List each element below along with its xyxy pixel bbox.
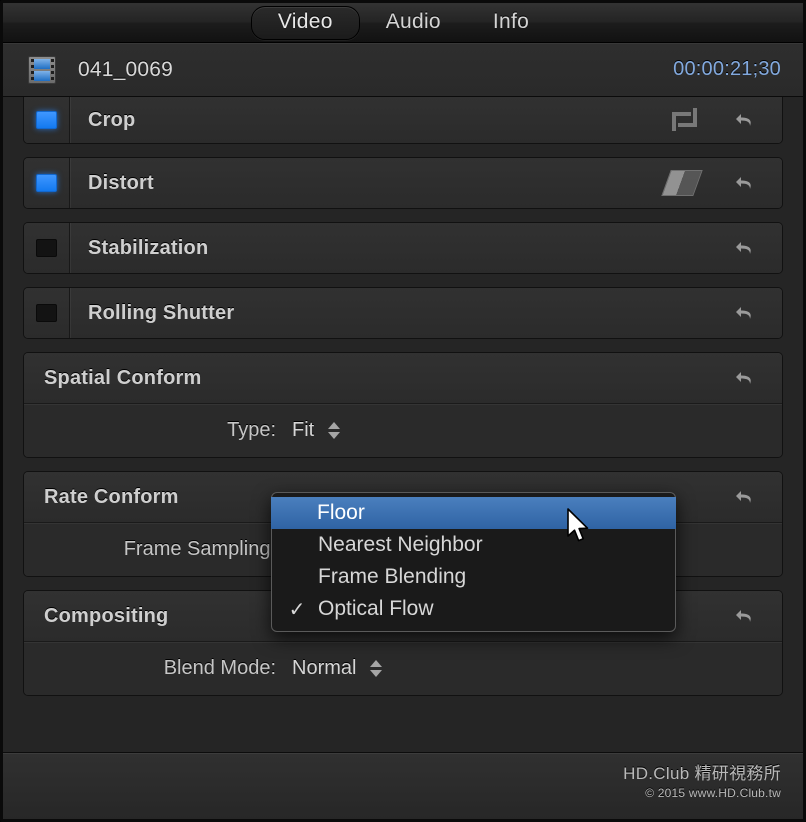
rolling-shutter-checkbox-cell[interactable] [24,288,70,338]
tab-info[interactable]: Info [467,7,555,39]
section-crop-title: Crop [70,109,135,132]
watermark-line-1: HD.Club 精研視務所 [623,759,781,784]
section-stabilization: Stabilization [23,222,783,274]
tab-audio[interactable]: Audio [360,7,467,39]
section-rolling-shutter-icons [732,301,782,325]
inspector-body[interactable]: Crop Distort [3,97,803,752]
section-rolling-shutter: Rolling Shutter [23,287,783,339]
menu-item-label: Optical Flow [318,597,434,621]
section-spatial-conform-header: Spatial Conform [24,353,782,403]
clip-timecode[interactable]: 00:00:21;30 [673,58,781,81]
rate-conform-frame-sampling-label: Frame Sampling: [24,538,276,561]
crop-checkbox[interactable] [36,111,57,129]
stabilization-checkbox-cell[interactable] [24,223,70,273]
section-spatial-conform-icons [732,366,782,390]
section-stabilization-icons [732,236,782,260]
frame-sampling-popup-menu[interactable]: Floor Nearest Neighbor Frame Blending ✓ … [271,492,676,632]
menu-item-label: Floor [317,501,365,525]
compositing-blend-mode-stepper[interactable] [370,657,382,681]
checkmark-icon: ✓ [276,597,318,622]
spatial-conform-type-row: Type: Fit [24,403,782,457]
watermark-line-2: © 2015 www.HD.Club.tw [623,786,781,800]
section-rolling-shutter-title: Rolling Shutter [70,302,234,325]
distort-icon[interactable] [661,170,702,196]
distort-checkbox[interactable] [36,174,57,192]
section-distort-icons [666,170,782,196]
rolling-shutter-checkbox[interactable] [36,304,57,322]
section-compositing-icons [732,604,782,628]
section-crop-header: Crop [24,97,782,143]
compositing-blend-mode-label: Blend Mode: [24,657,276,680]
section-compositing-title: Compositing [24,605,168,628]
crop-checkbox-cell[interactable] [24,97,70,143]
watermark: HD.Club 精研視務所 © 2015 www.HD.Club.tw [623,759,781,800]
reset-icon[interactable] [732,171,758,195]
clip-name: 041_0069 [78,58,173,82]
section-stabilization-header: Stabilization [24,223,782,273]
section-distort-header: Distort [24,158,782,208]
spatial-conform-type-value[interactable]: Fit [292,419,314,442]
menu-item-optical-flow[interactable]: ✓ Optical Flow [272,593,675,625]
menu-item-frame-blending[interactable]: Frame Blending [272,561,675,593]
section-crop-icons [672,108,782,132]
section-rate-conform-title: Rate Conform [24,486,179,509]
menu-item-floor[interactable]: Floor [271,497,676,529]
section-spatial-conform: Spatial Conform Type: Fit [23,352,783,458]
menu-item-label: Frame Blending [318,565,466,589]
section-rate-conform-icons [732,485,782,509]
inspector-window: Video Audio Info 041_0069 00:00:21;30 Cr… [0,0,806,822]
reset-icon[interactable] [732,108,758,132]
inspector-tab-bar: Video Audio Info [3,3,803,43]
reset-icon[interactable] [732,236,758,260]
section-stabilization-title: Stabilization [70,237,208,260]
crop-icon[interactable] [672,108,698,132]
section-rolling-shutter-header: Rolling Shutter [24,288,782,338]
section-crop: Crop [23,97,783,144]
section-distort-title: Distort [70,172,154,195]
section-distort: Distort [23,157,783,209]
menu-item-nearest-neighbor[interactable]: Nearest Neighbor [272,529,675,561]
footer-bar: HD.Club 精研視務所 © 2015 www.HD.Club.tw [3,752,803,819]
reset-icon[interactable] [732,604,758,628]
compositing-blend-mode-row: Blend Mode: Normal [24,641,782,695]
menu-item-label: Nearest Neighbor [318,533,483,557]
filmstrip-icon [28,56,56,84]
mouse-cursor [566,508,592,551]
clip-header: 041_0069 00:00:21;30 [3,43,803,97]
compositing-blend-mode-value[interactable]: Normal [292,657,356,680]
reset-icon[interactable] [732,301,758,325]
spatial-conform-type-label: Type: [24,419,276,442]
distort-checkbox-cell[interactable] [24,158,70,208]
spatial-conform-type-stepper[interactable] [328,419,340,443]
reset-icon[interactable] [732,485,758,509]
tab-video[interactable]: Video [251,6,360,40]
stabilization-checkbox[interactable] [36,239,57,257]
section-spatial-conform-title: Spatial Conform [24,367,201,390]
reset-icon[interactable] [732,366,758,390]
